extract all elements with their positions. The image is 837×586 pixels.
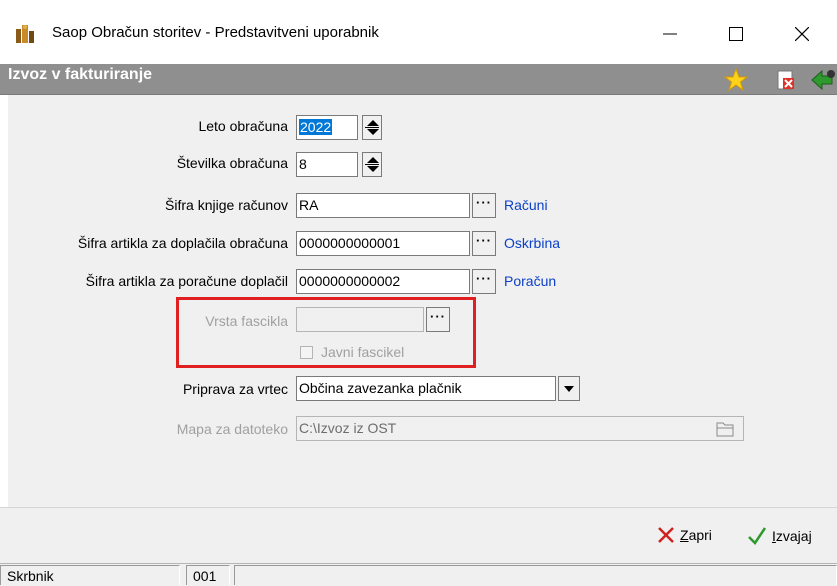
doplacila-browse-button[interactable]: ···	[472, 231, 496, 256]
page-title: Izvoz v fakturiranje	[8, 66, 153, 83]
vrsta-label: Vrsta fascikla	[205, 313, 288, 329]
izvajaj-label: Izvajaj	[772, 528, 812, 544]
vrtec-label: Priprava za vrtec	[182, 381, 288, 397]
app-icon	[14, 23, 36, 45]
vrtec-select[interactable]: Občina zavezanka plačnik	[296, 376, 556, 401]
stevilka-spinner[interactable]	[362, 152, 382, 177]
leto-value: 2022	[299, 119, 333, 135]
close-red-icon	[658, 527, 674, 543]
minimize-button[interactable]	[640, 16, 700, 52]
star-icon[interactable]	[723, 67, 749, 93]
checkmark-icon	[748, 527, 767, 545]
poracune-input[interactable]: 0000000000002	[296, 269, 470, 294]
close-button[interactable]	[772, 16, 832, 52]
stevilka-input[interactable]: 8	[296, 152, 358, 177]
zapri-button[interactable]: Zapri	[656, 525, 712, 545]
status-code: 001	[186, 565, 230, 585]
maximize-icon	[729, 27, 743, 41]
exit-icon[interactable]	[808, 66, 837, 94]
knjiga-input[interactable]: RA	[296, 193, 470, 218]
stevilka-label: Številka obračuna	[176, 155, 288, 171]
folder-icon[interactable]	[710, 418, 740, 439]
knjiga-label: Šifra knjige računov	[165, 197, 288, 213]
leto-spinner[interactable]	[362, 115, 382, 140]
status-user: Skrbnik	[0, 565, 180, 585]
knjiga-browse-button[interactable]: ···	[472, 193, 496, 218]
minimize-icon	[663, 33, 677, 35]
vrsta-input[interactable]	[296, 307, 424, 332]
zapri-label: Zapri	[680, 527, 712, 543]
poracune-label: Šifra artikla za poračune doplačil	[85, 273, 288, 289]
close-icon	[795, 27, 809, 41]
window-title: Saop Obračun storitev - Predstavitveni u…	[52, 24, 379, 41]
vrsta-browse-button[interactable]: ···	[426, 307, 450, 332]
mapa-input[interactable]: C:\Izvoz iz OST	[296, 416, 744, 441]
pdf-close-icon[interactable]	[775, 69, 797, 91]
javni-label: Javni fascikel	[321, 344, 405, 360]
leto-label: Leto obračuna	[198, 118, 288, 134]
knjiga-link[interactable]: Računi	[504, 197, 548, 213]
poracune-browse-button[interactable]: ···	[472, 269, 496, 294]
chevron-down-icon[interactable]	[558, 376, 580, 401]
izvajaj-button[interactable]: Izvajaj	[746, 525, 812, 547]
status-message	[234, 565, 837, 585]
poracune-link[interactable]: Poračun	[504, 273, 556, 289]
doplacila-label: Šifra artikla za doplačila obračuna	[77, 235, 288, 251]
javni-checkbox[interactable]	[300, 346, 313, 359]
doplacila-input[interactable]: 0000000000001	[296, 231, 470, 256]
leto-input[interactable]: 2022	[296, 115, 358, 140]
mapa-label: Mapa za datoteko	[176, 421, 288, 437]
maximize-button[interactable]	[706, 16, 766, 52]
doplacila-link[interactable]: Oskrbina	[504, 235, 560, 251]
